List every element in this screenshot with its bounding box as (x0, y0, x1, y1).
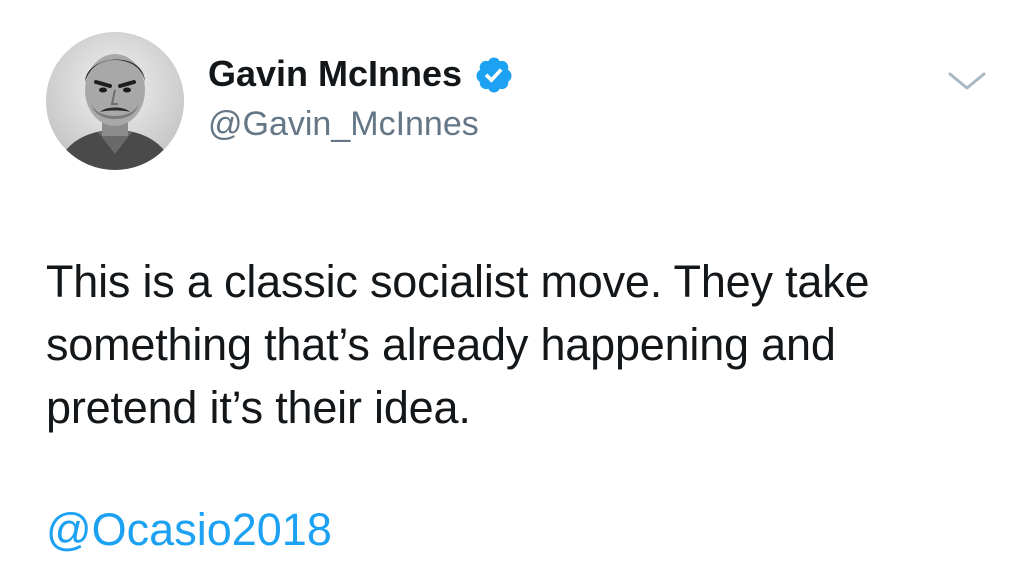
verified-badge-icon (474, 55, 514, 95)
author-display-name[interactable]: Gavin McInnes (208, 52, 462, 96)
author-handle[interactable]: @Gavin_McInnes (208, 103, 479, 145)
tweet-body: This is a classic socialist move. They t… (46, 256, 870, 433)
chevron-down-icon (948, 72, 986, 90)
avatar-photo-icon (46, 32, 184, 170)
tweet-card: Gavin McInnes @Gavin_McInnes This is a c… (0, 0, 1024, 576)
author-avatar[interactable] (46, 32, 184, 170)
tweet-menu-button[interactable] (946, 66, 988, 96)
author-name-row: Gavin McInnes (208, 52, 514, 96)
mention-link[interactable]: @Ocasio2018 (46, 502, 332, 558)
